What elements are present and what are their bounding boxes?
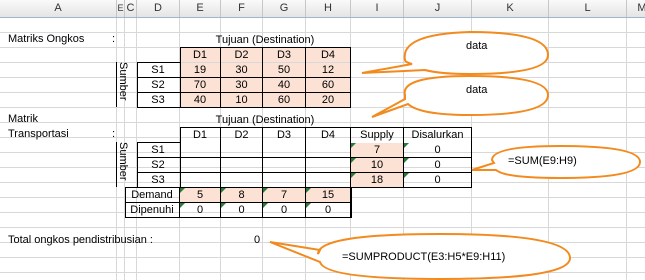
column-header[interactable]: E [117,0,125,17]
cell-marker [351,158,356,163]
transport-label-2: Transportasi [8,128,69,140]
grid-line [116,142,117,187]
column-header[interactable]: H [306,0,351,17]
transport-source-border [137,142,181,188]
callout-text-data-1: data [466,40,488,52]
cost-destination-header: Tujuan (Destination) [215,34,315,46]
cell-marker [221,188,226,193]
grid-line [137,172,471,173]
transport-label-1: Matrik [8,113,38,125]
column-header[interactable]: L [549,0,627,17]
cell-marker [351,173,356,178]
total-cost-value[interactable]: 0 [254,234,260,246]
grid-line [137,92,350,93]
grid-line [125,202,351,203]
transport-destination-header: Tujuan (Destination) [215,114,315,126]
cell-marker [263,188,268,193]
cost-matrix-colon: : [112,33,116,45]
cell-marker [404,158,409,163]
cost-matrix-label: Matriks Ongkos [8,33,85,45]
transport-source-side-label: Sumber [117,142,129,181]
cost-source-border [137,62,181,108]
column-header[interactable]: G [263,0,306,17]
transport-colon: : [112,128,116,140]
column-header[interactable]: E [180,0,221,17]
column-header[interactable]: F [221,0,263,17]
column-header[interactable]: I [351,0,404,17]
spreadsheet: A E C D E F G H I J K L M Matriks Ongkos… [0,0,645,280]
cell-marker [263,203,268,208]
column-header[interactable]: C [125,0,137,17]
callout-text-data-2: data [466,84,488,96]
cell-marker [404,173,409,178]
grid-line [137,77,350,78]
total-cost-label: Total ongkos pendistribusian : [8,234,153,246]
cell-marker [180,203,185,208]
cell-marker [351,143,356,148]
callout-text-sumproduct: =SUMPRODUCT(E3:H5*E9:H11) [342,251,506,263]
column-header[interactable]: M [627,0,645,17]
cell-marker [221,203,226,208]
callout-text-sum: =SUM(E9:H9) [508,155,577,167]
cost-source-side-label: Sumber [117,62,129,101]
cell-marker [306,188,311,193]
column-header[interactable]: A [0,0,117,17]
grid-line [116,62,117,107]
cell-marker [180,188,185,193]
column-header-bar: A E C D E F G H I J K L M [0,0,645,18]
column-header[interactable]: D [137,0,180,17]
grid-line [137,157,471,158]
column-header[interactable]: J [404,0,472,17]
cell-marker [404,143,409,148]
cell-marker [306,203,311,208]
column-header[interactable]: K [472,0,549,17]
